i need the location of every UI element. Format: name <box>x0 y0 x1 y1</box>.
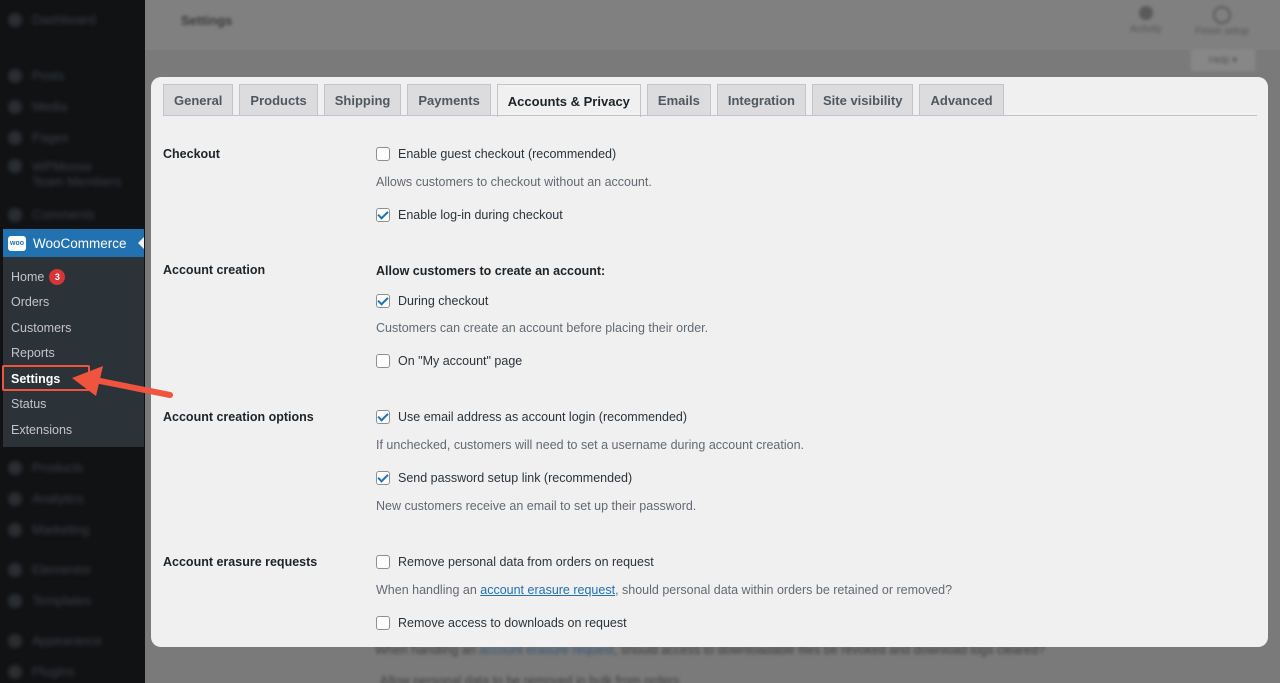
plugins-icon <box>8 664 22 679</box>
tab-site-visibility[interactable]: Site visibility <box>812 84 914 116</box>
activity-icon <box>1138 6 1153 20</box>
sidebar-item-templates[interactable]: Templates <box>0 585 145 616</box>
settings-tabs: General Products Shipping Payments Accou… <box>163 83 1010 117</box>
marketing-icon <box>8 522 22 537</box>
sidebar-item-products[interactable]: Products <box>0 452 145 483</box>
elementor-icon <box>8 562 22 577</box>
email-login-description: If unchecked, customers will need to set… <box>376 438 805 452</box>
sidebar-item-analytics[interactable]: Analytics <box>0 483 145 514</box>
my-account-option[interactable]: On "My account" page <box>376 354 522 368</box>
remove-personal-data-checkbox[interactable] <box>376 555 390 569</box>
password-link-checkbox[interactable] <box>376 471 390 485</box>
login-checkout-checkbox[interactable] <box>376 208 390 222</box>
activity-button[interactable]: Activity <box>1130 6 1162 35</box>
login-checkout-option[interactable]: Enable log-in during checkout <box>376 208 563 222</box>
password-link-description: New customers receive an email to set up… <box>376 499 697 513</box>
templates-icon <box>8 593 22 608</box>
annotation-arrow-icon <box>72 366 173 398</box>
account-creation-subheading: Allow customers to create an account: <box>376 264 606 278</box>
remove-downloads-option[interactable]: Remove access to downloads on request <box>376 616 627 630</box>
account-erasure-label: Account erasure requests <box>163 555 318 569</box>
remove-downloads-checkbox[interactable] <box>376 616 390 630</box>
appearance-icon <box>8 633 22 648</box>
page-header: Settings Activity Finish setup <box>145 0 1280 50</box>
finish-setup-button[interactable]: Finish setup <box>1195 6 1249 37</box>
during-checkout-description: Customers can create an account before p… <box>376 321 709 335</box>
help-button[interactable]: Help ▾ <box>1190 48 1256 72</box>
sidebar-item-marketing[interactable]: Marketing <box>0 514 145 545</box>
guest-checkout-checkbox[interactable] <box>376 147 390 161</box>
progress-ring-icon <box>1212 6 1231 24</box>
tab-advanced[interactable]: Advanced <box>919 84 1004 116</box>
during-checkout-option[interactable]: During checkout <box>376 294 488 308</box>
tab-payments[interactable]: Payments <box>407 84 491 116</box>
bulk-remove-option[interactable]: Allow personal data to be removed in bul… <box>380 674 679 683</box>
password-link-option[interactable]: Send password setup link (recommended) <box>376 471 632 485</box>
remove-personal-data-option[interactable]: Remove personal data from orders on requ… <box>376 555 654 569</box>
email-login-option[interactable]: Use email address as account login (reco… <box>376 410 687 424</box>
during-checkout-checkbox[interactable] <box>376 294 390 308</box>
guest-checkout-option[interactable]: Enable guest checkout (recommended) <box>376 147 616 161</box>
tab-products[interactable]: Products <box>239 84 318 116</box>
settings-panel: General Products Shipping Payments Accou… <box>151 77 1268 647</box>
my-account-checkbox[interactable] <box>376 354 390 368</box>
products-icon <box>8 460 22 475</box>
tab-accounts-privacy[interactable]: Accounts & Privacy <box>496 84 641 117</box>
tab-emails[interactable]: Emails <box>646 84 711 116</box>
erasure-request-link[interactable]: account erasure request <box>480 583 615 597</box>
sidebar-item-elementor[interactable]: Elementor <box>0 554 145 585</box>
erasure-description: When handling an account erasure request… <box>376 583 953 597</box>
tab-integration[interactable]: Integration <box>716 84 806 116</box>
sidebar-item-appearance[interactable]: Appearance <box>0 625 145 656</box>
email-login-checkbox[interactable] <box>376 410 390 424</box>
submenu-item-extensions[interactable]: Extensions <box>3 417 144 443</box>
tab-divider <box>163 115 1257 116</box>
analytics-icon <box>8 491 22 506</box>
guest-checkout-description: Allows customers to checkout without an … <box>376 175 652 189</box>
sidebar-item-plugins[interactable]: Plugins <box>0 656 145 683</box>
tab-shipping[interactable]: Shipping <box>323 84 402 116</box>
